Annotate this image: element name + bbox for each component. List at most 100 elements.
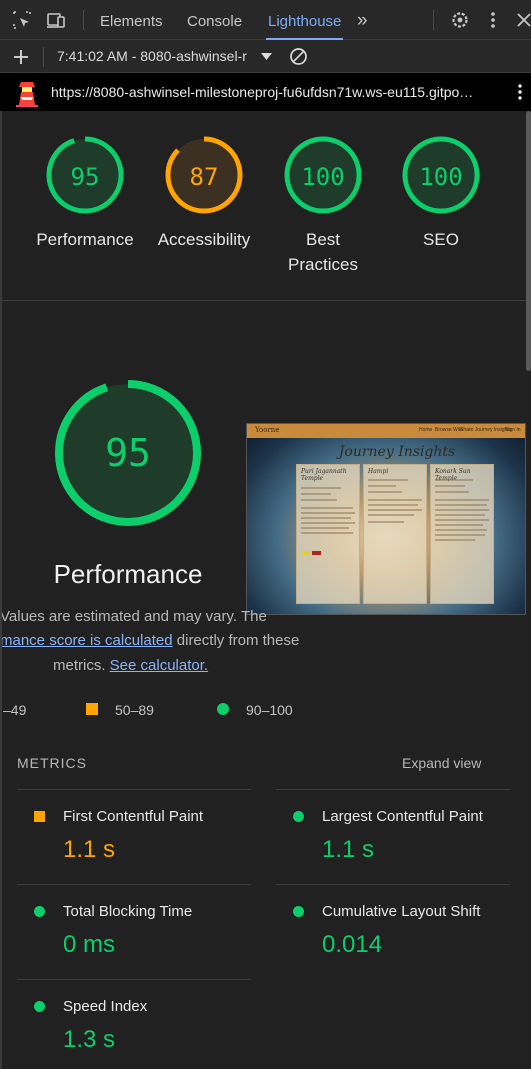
card-text-line xyxy=(435,499,489,501)
pass-circle-icon xyxy=(34,1001,45,1012)
card-text-line xyxy=(368,521,404,523)
metric-divider xyxy=(276,789,510,790)
card-text-line xyxy=(368,485,396,487)
card-button xyxy=(301,551,310,555)
kebab-menu-icon[interactable] xyxy=(483,10,503,30)
see-calculator-link[interactable]: See calculator. xyxy=(110,657,208,674)
card-text-line xyxy=(435,509,489,511)
average-square-icon xyxy=(34,811,45,822)
gauge-label: Accessibility xyxy=(157,230,251,249)
screenshot-navbar: Yoorne Home Browse Wiki Share Journey In… xyxy=(247,424,525,438)
report-url-bar: https://8080-ashwinsel-milestoneproj-fu6… xyxy=(0,73,531,111)
divider xyxy=(2,300,526,301)
card-text-line xyxy=(301,527,349,529)
legend-pass-circle-icon xyxy=(217,703,229,715)
clear-icon[interactable] xyxy=(289,47,308,66)
toolbar-separator xyxy=(433,10,434,30)
screenshot-heading: Journey Insights xyxy=(338,444,456,460)
description-text: directly from these xyxy=(176,632,300,649)
metric-divider xyxy=(17,789,251,790)
card-text-line xyxy=(435,485,465,487)
tab-lighthouse[interactable]: Lighthouse xyxy=(266,0,344,40)
screenshot-card-title: Puri Jagannath Temple xyxy=(301,468,347,482)
performance-score: 95 xyxy=(105,431,151,475)
screenshot-nav-link: Sign In xyxy=(505,427,521,433)
expand-view-toggle[interactable]: Expand view xyxy=(402,755,481,771)
card-text-line xyxy=(435,514,485,516)
close-icon[interactable] xyxy=(514,10,531,30)
screenshot-card: Puri Jagannath Temple xyxy=(296,464,360,604)
tab-console[interactable]: Console xyxy=(187,0,242,40)
card-text-line xyxy=(368,499,422,501)
card-text-line xyxy=(301,522,355,524)
legend-average-range: 50–89 xyxy=(115,702,154,718)
add-icon[interactable] xyxy=(12,48,30,66)
metric-value-fcp: 1.1 s xyxy=(63,836,116,863)
card-text-line xyxy=(435,504,487,506)
report-selector[interactable]: 7:41:02 AM - 8080-ashwinsel-r xyxy=(57,48,253,64)
tab-elements[interactable]: Elements xyxy=(100,0,163,40)
metric-value-lcp: 1.1 s xyxy=(322,836,375,863)
metric-value-cls: 0.014 xyxy=(322,931,383,958)
gauge-performance[interactable]: 95 Performance xyxy=(25,135,145,252)
gauge-score: 95 xyxy=(70,163,100,191)
card-text-line xyxy=(368,491,402,493)
metric-label-tbt: Total Blocking Time xyxy=(63,903,193,920)
gauge-best-practices[interactable]: 100 Best Practices xyxy=(263,135,383,277)
card-text-line xyxy=(368,479,408,481)
toolbar-separator xyxy=(83,10,84,30)
score-calculated-link[interactable]: mance score is calculated xyxy=(0,632,173,649)
inspect-element-icon[interactable] xyxy=(12,10,32,30)
card-text-line xyxy=(301,532,353,534)
performance-description: mance score is calculated directly from … xyxy=(0,632,299,649)
card-text-line xyxy=(435,491,469,493)
card-text-line xyxy=(301,499,337,501)
metric-divider xyxy=(276,884,510,885)
card-text-line xyxy=(301,512,355,514)
card-text-line xyxy=(435,539,475,541)
metric-label-fcp: First Contentful Paint xyxy=(63,808,204,825)
screenshot-card-title: Hampi xyxy=(368,468,389,475)
settings-icon[interactable] xyxy=(450,10,470,30)
metric-label-lcp: Largest Contentful Paint xyxy=(322,808,483,825)
report-scrollbar[interactable] xyxy=(526,111,531,371)
card-text-line xyxy=(435,534,485,536)
pass-circle-icon xyxy=(293,811,304,822)
performance-description: metrics. See calculator. xyxy=(53,657,208,674)
metric-divider xyxy=(17,979,251,980)
gauge-accessibility[interactable]: 87 Accessibility xyxy=(144,135,264,252)
performance-title: Performance xyxy=(53,559,203,589)
metric-value-tbt: 0 ms xyxy=(63,931,116,958)
card-text-line xyxy=(368,509,422,511)
lighthouse-report: 95 Performance 87 Accessibility 100 Best… xyxy=(0,111,531,1069)
card-text-line xyxy=(435,529,487,531)
screenshot-logo: Yoorne xyxy=(255,426,280,434)
screenshot-nav-link: Home xyxy=(419,427,433,433)
gauge-label: Performance xyxy=(36,230,134,249)
screenshot-card: Hampi xyxy=(363,464,427,604)
report-url: https://8080-ashwinsel-milestoneproj-fu6… xyxy=(51,84,474,100)
metrics-heading: METRICS xyxy=(17,755,87,771)
pass-circle-icon xyxy=(34,906,45,917)
dropdown-icon[interactable] xyxy=(261,52,272,61)
screenshot-nav-link: Browse Wiki xyxy=(435,427,463,433)
gauge-label-line: Best xyxy=(305,230,341,249)
lighthouse-logo xyxy=(16,82,38,107)
url-menu-icon[interactable] xyxy=(516,83,524,101)
page-screenshot[interactable]: Yoorne Home Browse Wiki Share Journey In… xyxy=(246,423,526,615)
lighthouse-toolbar: 7:41:02 AM - 8080-ashwinsel-r xyxy=(0,40,531,73)
metric-value-si: 1.3 s xyxy=(63,1026,116,1053)
gauge-label: Best Practices xyxy=(263,227,383,277)
panel-left-border xyxy=(0,111,2,1069)
gauge-label: SEO xyxy=(423,230,459,249)
card-text-line xyxy=(368,514,414,516)
metric-divider xyxy=(17,884,251,885)
device-toolbar-icon[interactable] xyxy=(46,10,66,30)
gauge-seo[interactable]: 100 SEO xyxy=(381,135,501,252)
card-text-line xyxy=(301,487,341,489)
card-text-line xyxy=(301,517,351,519)
legend-pass-range: 90–100 xyxy=(246,702,293,718)
description-text: metrics. xyxy=(53,657,106,674)
gauge-score: 87 xyxy=(189,163,219,191)
more-tabs-icon[interactable]: » xyxy=(357,0,368,40)
